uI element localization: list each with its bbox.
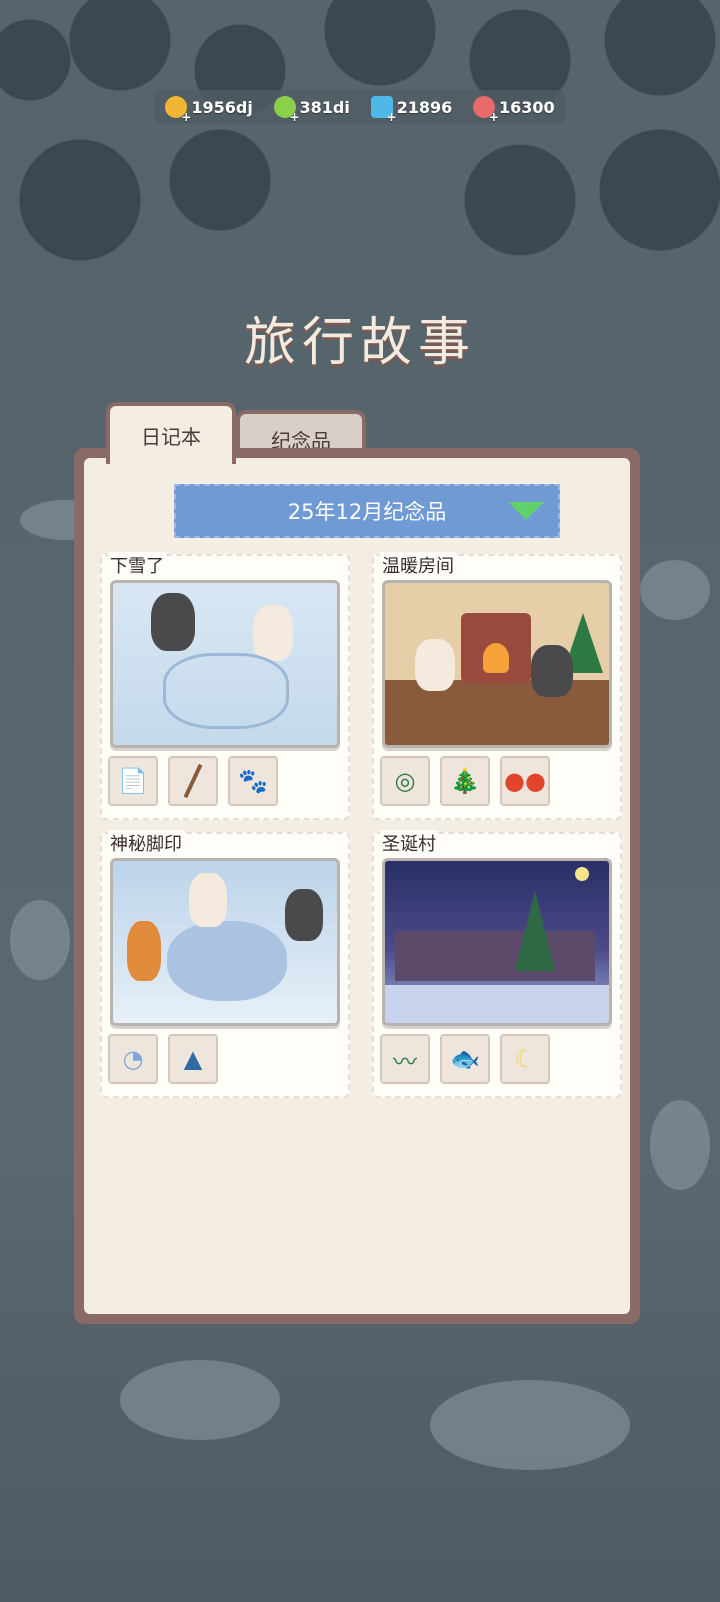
- story-illustration[interactable]: [110, 858, 340, 1026]
- month-selector[interactable]: 25年12月纪念品: [174, 484, 560, 538]
- story-illustration[interactable]: [382, 858, 612, 1026]
- story-title: 神秘脚印: [108, 830, 184, 856]
- gem-count: 21896: [396, 97, 453, 117]
- tomatoes-icon[interactable]: ●●: [500, 756, 550, 806]
- month-selector-label: 25年12月纪念品: [287, 500, 447, 524]
- candy-resource[interactable]: 16300: [472, 96, 555, 124]
- story-card-christmas-village[interactable]: 圣诞村 〰 🐟 ☾: [372, 830, 622, 1098]
- story-illustration[interactable]: [382, 580, 612, 748]
- stick-icon[interactable]: [168, 756, 218, 806]
- gem-resource[interactable]: 21896: [370, 96, 453, 124]
- page-title: 旅行故事: [243, 313, 476, 373]
- coin-icon: [165, 96, 191, 124]
- story-card-snowing[interactable]: 下雪了 📄 🐾: [100, 552, 350, 820]
- fish-icon[interactable]: 🐟: [440, 1034, 490, 1084]
- story-card-warm-room[interactable]: 温暖房间 ◎ 🎄 ●●: [372, 552, 622, 820]
- footprint-icon[interactable]: ◔: [108, 1034, 158, 1084]
- story-title: 圣诞村: [380, 830, 438, 856]
- candy-icon: [472, 96, 499, 124]
- wreath-icon[interactable]: ◎: [380, 756, 430, 806]
- story-panel-inner: 25年12月纪念品 下雪了 📄 🐾 温暖房间 ◎ 🎄 ●● 神秘脚印 ◔ ▲ 圣…: [84, 458, 630, 1314]
- chevron-down-icon[interactable]: [508, 502, 544, 520]
- energy-icon: [273, 96, 300, 124]
- story-card-mysterious-footprint[interactable]: 神秘脚印 ◔ ▲: [100, 830, 350, 1098]
- story-title: 下雪了: [108, 552, 166, 578]
- story-items: ◔ ▲: [108, 1034, 218, 1084]
- garland-icon[interactable]: 〰: [380, 1034, 430, 1084]
- story-items: 📄 🐾: [108, 756, 278, 806]
- christmas-tree-icon[interactable]: 🎄: [440, 756, 490, 806]
- resource-bar: 1956dj 381di 21896 16300: [155, 90, 565, 124]
- tab-diary[interactable]: 日记本: [106, 402, 236, 464]
- story-items: ◎ 🎄 ●●: [380, 756, 550, 806]
- paw-print-icon[interactable]: 🐾: [228, 756, 278, 806]
- story-panel: 25年12月纪念品 下雪了 📄 🐾 温暖房间 ◎ 🎄 ●● 神秘脚印 ◔ ▲ 圣…: [74, 448, 640, 1324]
- story-items: 〰 🐟 ☾: [380, 1034, 550, 1084]
- paper-icon[interactable]: 📄: [108, 756, 158, 806]
- energy-count: 381di: [299, 97, 350, 117]
- coin-count: 1956dj: [191, 97, 253, 117]
- coin-resource[interactable]: 1956dj: [165, 96, 253, 124]
- story-illustration[interactable]: [110, 580, 340, 748]
- gem-icon: [370, 96, 397, 124]
- pine-trees-icon[interactable]: ▲: [168, 1034, 218, 1084]
- moon-icon[interactable]: ☾: [500, 1034, 550, 1084]
- energy-resource[interactable]: 381di: [273, 96, 350, 124]
- candy-count: 16300: [498, 97, 555, 117]
- story-title: 温暖房间: [380, 552, 456, 578]
